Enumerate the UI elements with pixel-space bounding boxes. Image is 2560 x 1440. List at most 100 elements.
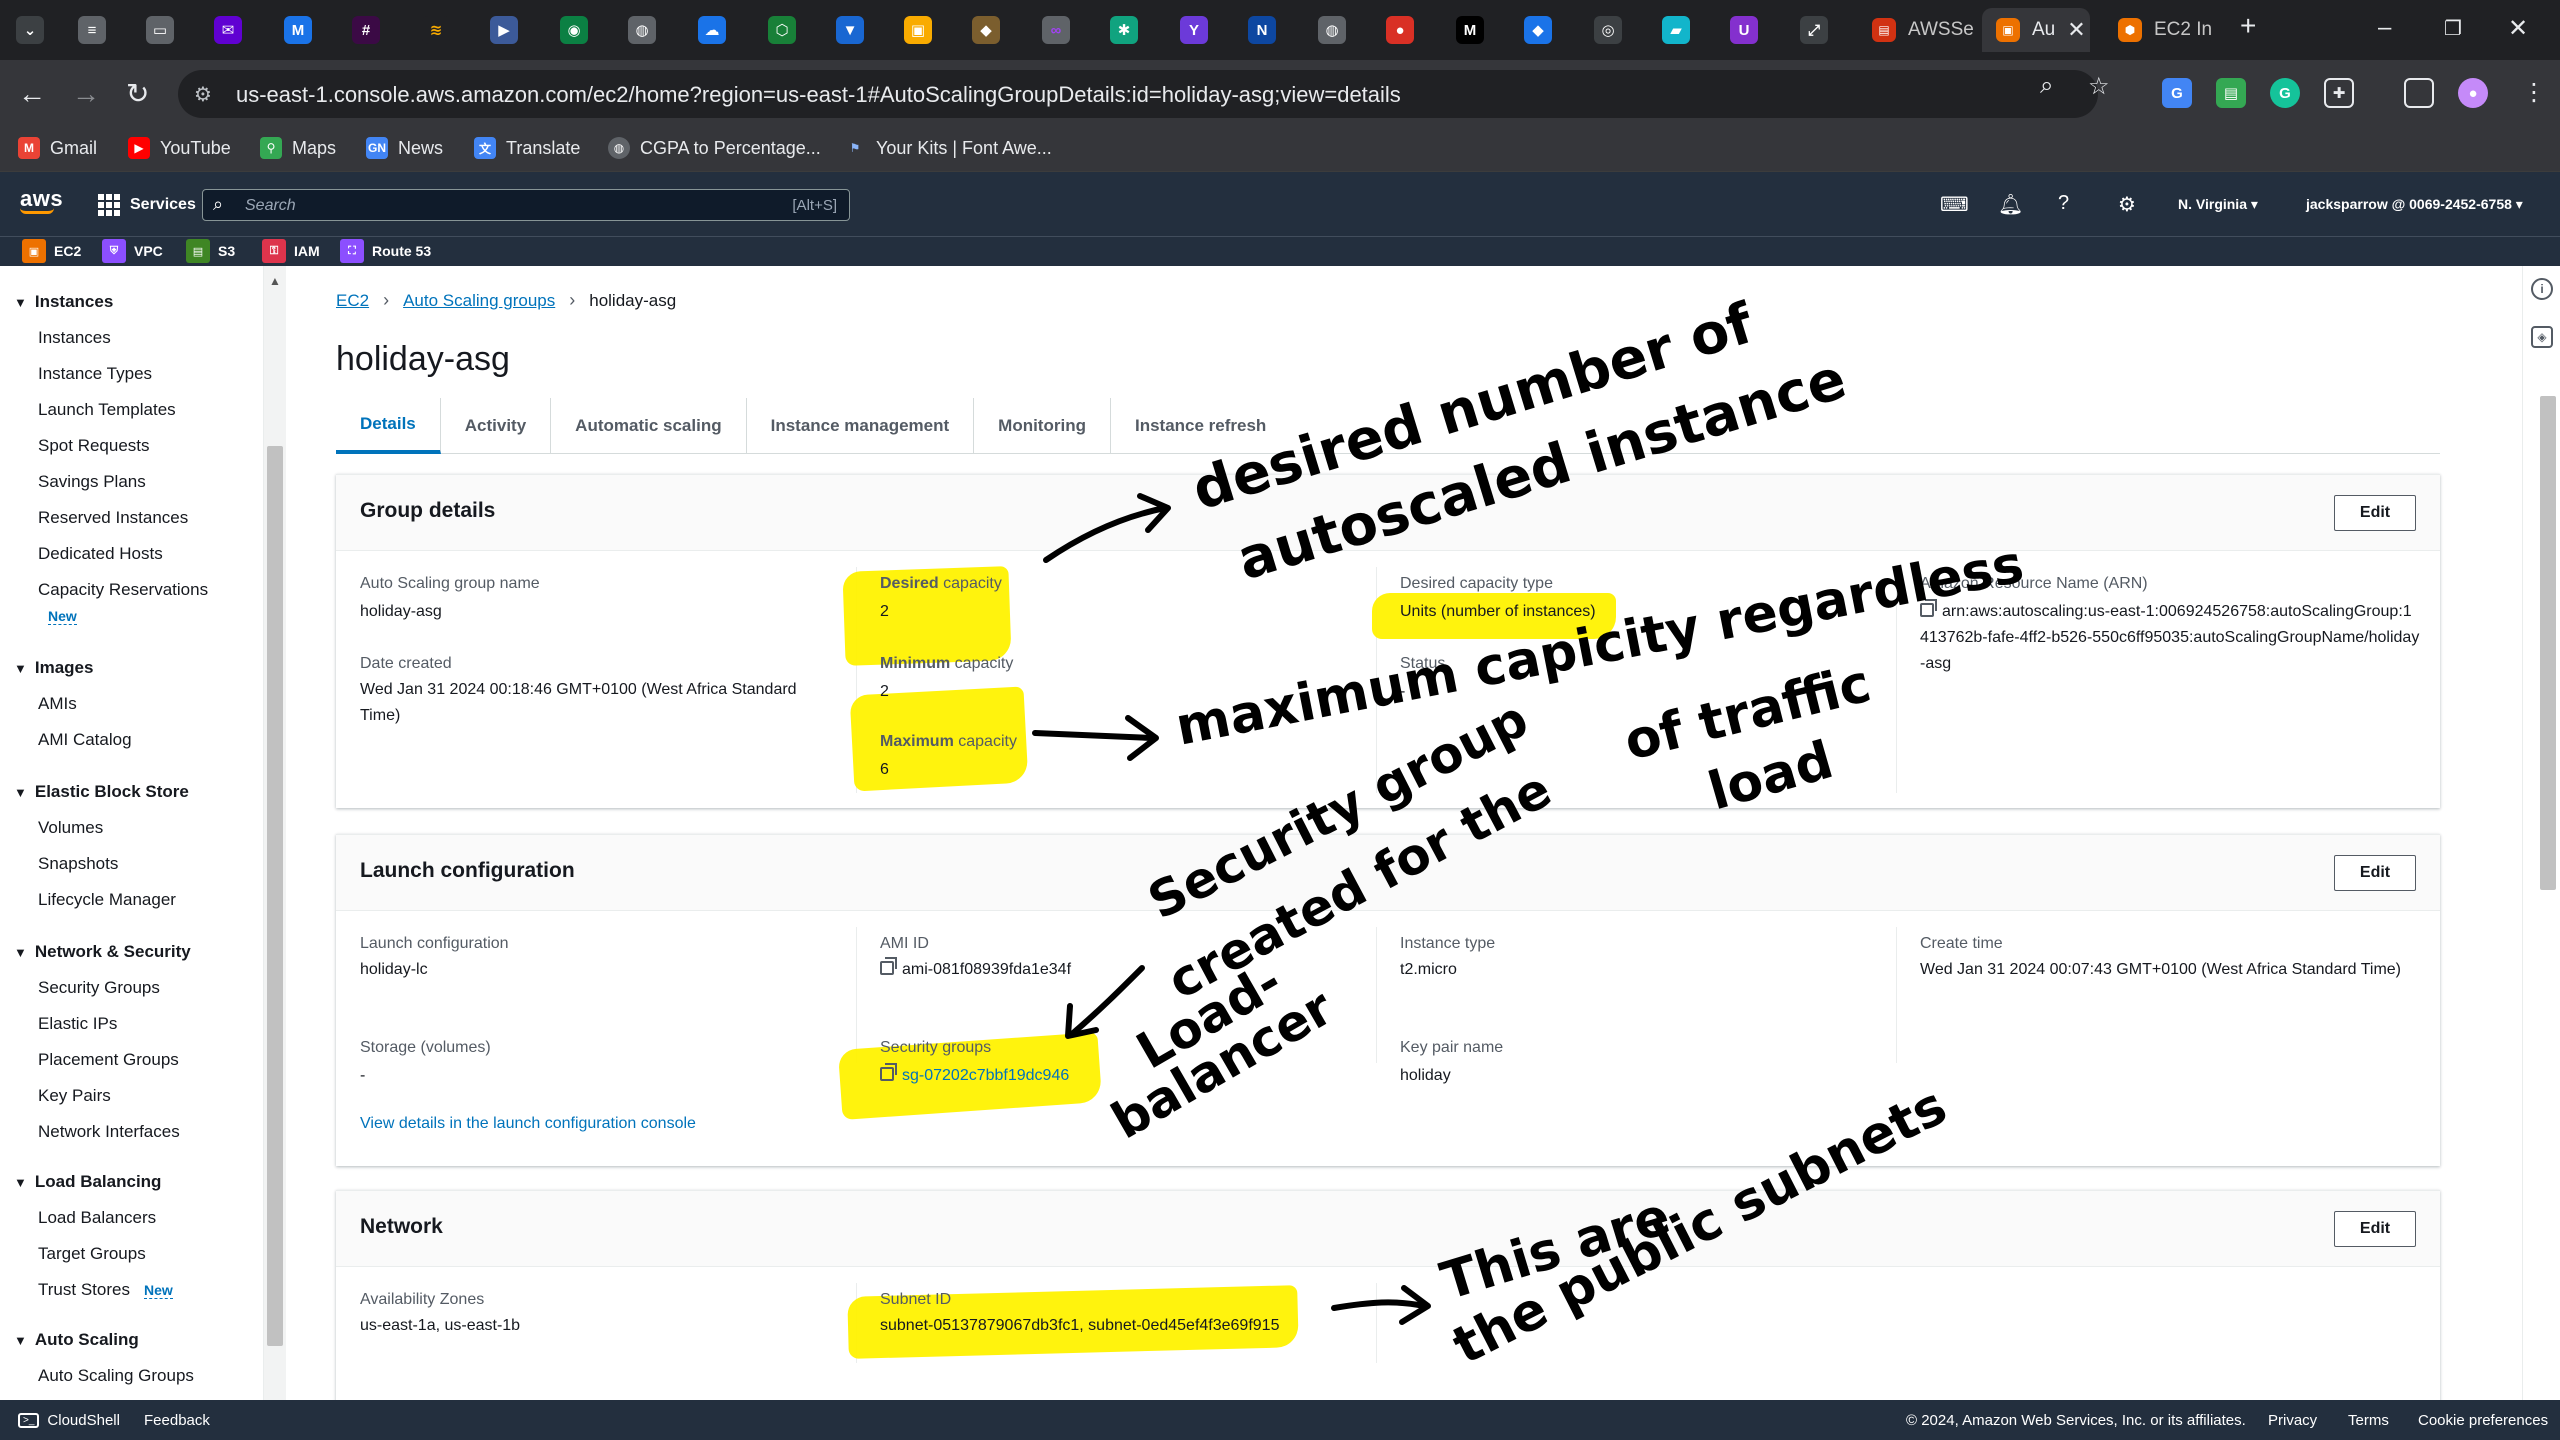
sidebar-section-load-balancing[interactable]: ▼ Load Balancing [14, 1172, 161, 1192]
omnibox[interactable]: ⚙ us-east-1.console.aws.amazon.com/ec2/h… [178, 70, 2098, 118]
sidebar-item-volumes[interactable]: Volumes [38, 818, 103, 838]
tab-favicon-m2[interactable]: M [1456, 16, 1484, 44]
side-panel-icon[interactable] [2404, 78, 2434, 108]
sidebar-section-ebs[interactable]: ▼ Elastic Block Store [14, 782, 189, 802]
tab-favicon-play[interactable]: ▶ [490, 16, 518, 44]
sidebar-item-placement-groups[interactable]: Placement Groups [38, 1050, 179, 1070]
bookmark-translate[interactable]: 文 Translate [474, 137, 580, 159]
tab-favicon-1[interactable]: ≡ [78, 16, 106, 44]
sidebar-item-trust-stores[interactable]: Trust Stores New [38, 1280, 173, 1300]
tab-awsse[interactable]: ▤ AWSSe [1858, 8, 1976, 52]
tab-search-icon[interactable]: ⌄ [16, 16, 44, 44]
url-text[interactable]: us-east-1.console.aws.amazon.com/ec2/hom… [236, 82, 1401, 108]
tab-favicon-badge[interactable]: ◆ [972, 16, 1000, 44]
site-info-icon[interactable]: ⚙ [194, 82, 218, 106]
tab-favicon-shield[interactable]: ▼ [836, 16, 864, 44]
aws-logo[interactable]: aws [20, 186, 63, 214]
sidebar-section-auto-scaling[interactable]: ▼ Auto Scaling [14, 1330, 139, 1350]
sidebar-item-dedicated-hosts[interactable]: Dedicated Hosts [38, 544, 163, 564]
sidebar-section-network-security[interactable]: ▼ Network & Security [14, 942, 191, 962]
forward-icon[interactable]: → [72, 78, 100, 110]
tab-active-asg[interactable]: ▣ Au ✕ [1982, 8, 2090, 52]
favorite-s3[interactable]: ▤ S3 [186, 239, 235, 263]
profile-avatar[interactable]: ● [2458, 78, 2488, 108]
sidebar-item-target-groups[interactable]: Target Groups [38, 1244, 146, 1264]
sidebar-item-auto-scaling-groups[interactable]: Auto Scaling Groups [38, 1366, 194, 1386]
copy-icon[interactable] [1920, 599, 1937, 617]
tab-favicon-tag[interactable]: ▰ [1662, 16, 1690, 44]
bookmark-star-icon[interactable]: ☆ [2088, 72, 2110, 101]
sidebar-section-instances[interactable]: ▼ Instances [14, 292, 113, 312]
window-close-icon[interactable]: ✕ [2508, 14, 2528, 43]
tab-favicon-chatgpt[interactable]: ✱ [1110, 16, 1138, 44]
sidebar-item-reserved-instances[interactable]: Reserved Instances [38, 508, 188, 528]
cloudshell-button[interactable]: >_ CloudShell [18, 1412, 120, 1429]
edit-group-details-button[interactable]: Edit [2334, 495, 2416, 531]
sidebar-item-capacity-reservations[interactable]: Capacity Reservations [38, 580, 208, 600]
favorite-ec2[interactable]: ▣ EC2 [22, 239, 81, 263]
tab-favicon-n[interactable]: N [1248, 16, 1276, 44]
chrome-menu-icon[interactable]: ⋮ [2522, 78, 2546, 107]
scroll-up-arrow-icon[interactable]: ▲ [269, 274, 281, 288]
cookie-preferences-link[interactable]: Cookie preferences [2418, 1412, 2548, 1429]
tab-favicon-infinity[interactable]: ∞ [1042, 16, 1070, 44]
tab-favicon-m[interactable]: M [284, 16, 312, 44]
new-tab-icon[interactable]: + [2240, 10, 2256, 42]
tab-activity[interactable]: Activity [441, 398, 552, 454]
bookmark-youtube[interactable]: ▶ YouTube [128, 137, 231, 159]
sidebar-item-snapshots[interactable]: Snapshots [38, 854, 118, 874]
translate-ext-icon[interactable]: G [2162, 78, 2192, 108]
favorite-route53[interactable]: ⛶ Route 53 [340, 239, 431, 263]
bookmark-cgpa[interactable]: ◍ CGPA to Percentage... [608, 137, 821, 159]
tab-ec2-instances[interactable]: ⬢ EC2 In [2104, 8, 2230, 52]
tab-instance-management[interactable]: Instance management [747, 398, 975, 454]
cloudshell-icon[interactable]: ⌨ [1940, 192, 1969, 217]
tab-instance-refresh[interactable]: Instance refresh [1111, 398, 1290, 454]
scrollbar-thumb[interactable] [2540, 396, 2556, 890]
sidebar-item-key-pairs[interactable]: Key Pairs [38, 1086, 111, 1106]
tab-monitoring[interactable]: Monitoring [974, 398, 1111, 454]
main-scrollbar[interactable] [2536, 266, 2560, 1400]
account-menu[interactable]: jacksparrow @ 0069-2452-6758 ▾ [2306, 196, 2523, 213]
back-icon[interactable]: ← [18, 78, 46, 110]
minimize-icon[interactable]: – [2378, 14, 2391, 42]
favorite-vpc[interactable]: ⛨ VPC [102, 239, 163, 263]
tab-favicon-globe[interactable]: ◍ [628, 16, 656, 44]
tab-favicon-node[interactable]: ⬡ [768, 16, 796, 44]
services-menu[interactable]: Services [98, 194, 196, 216]
sidebar-scrollbar[interactable]: ▲ [264, 266, 286, 1400]
grammarly-icon[interactable]: G [2270, 78, 2300, 108]
reload-icon[interactable]: ↻ [126, 78, 149, 110]
tab-favicon-stack[interactable]: ≋ [422, 16, 450, 44]
sidebar-item-instances[interactable]: Instances [38, 328, 111, 348]
aws-search-input[interactable]: ⌕ Search [Alt+S] [202, 189, 850, 221]
feedback-link[interactable]: Feedback [144, 1412, 210, 1429]
sidebar-item-ami-catalog[interactable]: AMI Catalog [38, 730, 132, 750]
copy-icon[interactable] [880, 957, 897, 975]
ext-green-icon[interactable]: ▤ [2216, 78, 2246, 108]
sidebar-item-launch-templates[interactable]: Launch Templates [38, 400, 176, 420]
sidebar-item-instance-types[interactable]: Instance Types [38, 364, 152, 384]
extensions-icon[interactable]: ✚ [2324, 78, 2354, 108]
tab-favicon-cloud[interactable]: ☁ [698, 16, 726, 44]
tab-favicon-slack[interactable]: # [352, 16, 380, 44]
edit-launch-config-button[interactable]: Edit [2334, 855, 2416, 891]
tab-favicon-globe-2[interactable]: ◍ [1318, 16, 1346, 44]
tab-favicon-diamond[interactable]: ◆ [1524, 16, 1552, 44]
bookmark-news[interactable]: GN News [366, 137, 443, 159]
restore-icon[interactable]: ❐ [2444, 16, 2462, 41]
breadcrumb-ec2[interactable]: EC2 [336, 291, 369, 311]
tab-favicon-yahoo[interactable]: ✉ [214, 16, 242, 44]
tab-favicon-2[interactable]: ▭ [146, 16, 174, 44]
tab-close-icon[interactable]: ✕ [2067, 17, 2085, 43]
help-icon[interactable]: ? [2058, 192, 2069, 215]
tab-favicon-expand[interactable]: ⤢ [1800, 16, 1828, 44]
privacy-link[interactable]: Privacy [2268, 1412, 2317, 1429]
tab-favicon-u[interactable]: U [1730, 16, 1758, 44]
bookmark-gmail[interactable]: M Gmail [18, 137, 97, 159]
settings-gear-icon[interactable]: ⚙ [2118, 192, 2136, 217]
scrollbar-thumb[interactable] [267, 446, 283, 1346]
edit-network-button[interactable]: Edit [2334, 1211, 2416, 1247]
sidebar-item-savings-plans[interactable]: Savings Plans [38, 472, 146, 492]
tab-favicon-box[interactable]: ▣ [904, 16, 932, 44]
